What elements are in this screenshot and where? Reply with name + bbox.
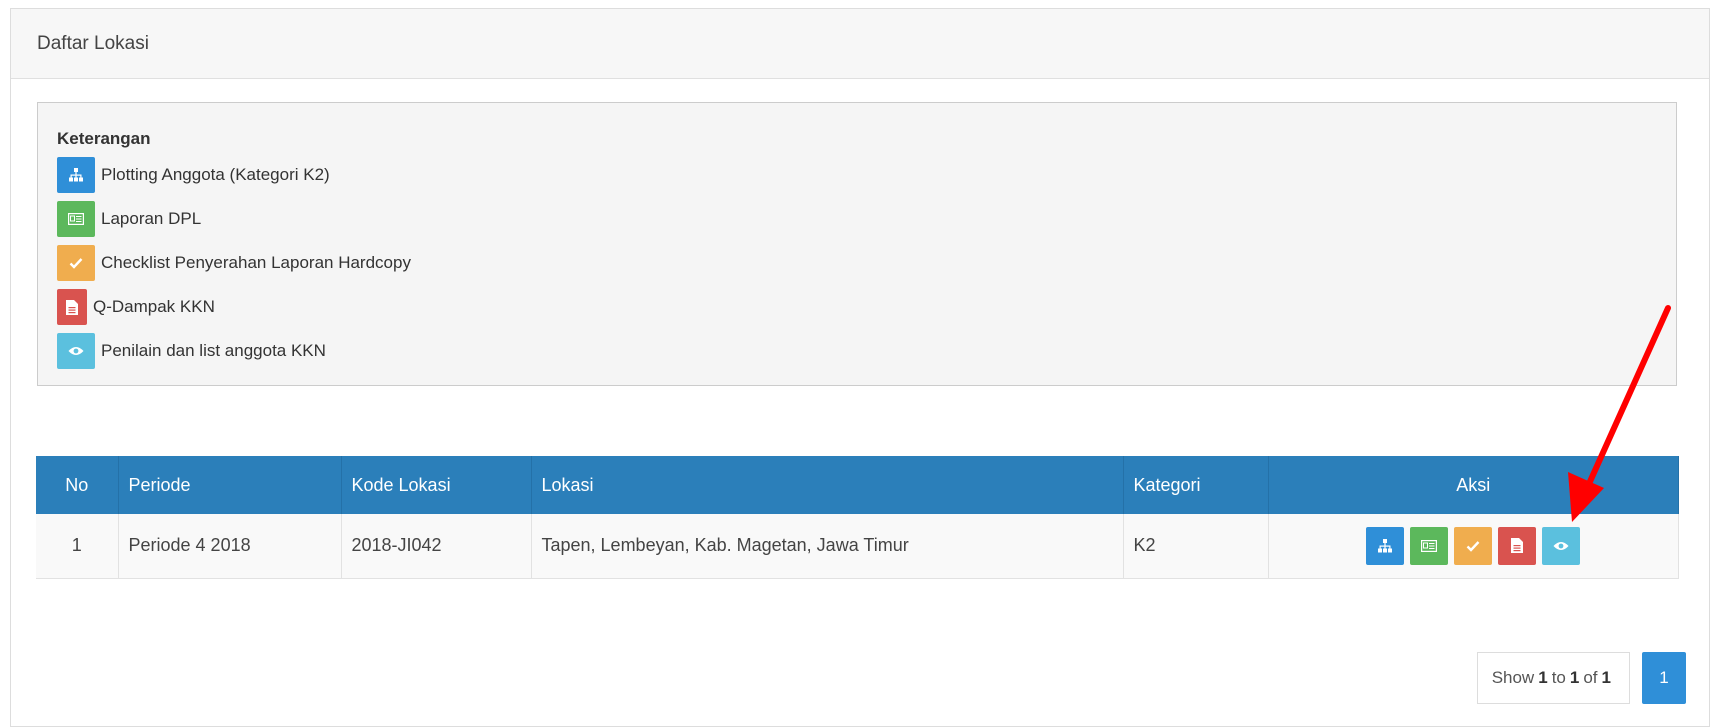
legend-item-penilaian: Penilain dan list anggota KKN [57,329,1676,373]
cell-kode-lokasi: 2018-JI042 [341,514,532,579]
check-icon [1466,540,1480,552]
legend-box: Keterangan Plotting Anggota (Kategori K2… [37,102,1677,386]
pager-from: 1 [1538,668,1548,687]
id-card-icon [57,201,95,237]
eye-icon [57,333,95,369]
column-header-lokasi[interactable]: Lokasi [531,456,1124,514]
legend-item-plotting: Plotting Anggota (Kategori K2) [57,153,1676,197]
legend-label: Checklist Penyerahan Laporan Hardcopy [101,253,411,272]
legend-title: Keterangan [57,129,151,148]
legend-label: Laporan DPL [101,209,202,228]
column-header-kategori[interactable]: Kategori [1123,456,1269,514]
laporan-dpl-button[interactable] [1410,526,1449,565]
cell-aksi [1268,514,1679,579]
pager-to-label: to [1551,668,1566,687]
legend-label: Plotting Anggota (Kategori K2) [101,165,330,184]
penilaian-button[interactable] [1542,526,1581,565]
check-icon [57,245,95,281]
pager-to: 1 [1569,668,1580,687]
pagination: Show 1 to 1 of 1 1 [1476,652,1686,704]
document-icon [1511,538,1524,554]
column-header-periode[interactable]: Periode [118,456,342,514]
legend-item-checklist: Checklist Penyerahan Laporan Hardcopy [57,241,1676,285]
table-row: 1 Periode 4 2018 2018-JI042 Tapen, Lembe… [36,514,1679,579]
legend-label: Q-Dampak KKN [93,297,215,316]
sitemap-icon [1378,538,1393,553]
legend-item-q-dampak: Q-Dampak KKN [57,285,1676,329]
legend-label: Penilain dan list anggota KKN [101,341,326,360]
pager-show-label: Show [1491,668,1535,687]
action-buttons [1366,526,1581,565]
checklist-button[interactable] [1454,526,1493,565]
location-table: No Periode Kode Lokasi Lokasi Kategori A… [36,456,1679,579]
id-card-icon [1421,539,1438,552]
cell-lokasi: Tapen, Lembeyan, Kab. Magetan, Jawa Timu… [531,514,1124,579]
sitemap-icon [57,157,95,193]
cell-no: 1 [36,514,119,579]
cell-periode: Periode 4 2018 [118,514,342,579]
column-header-no[interactable]: No [36,456,119,514]
plotting-anggota-button[interactable] [1366,526,1405,565]
pagination-info: Show 1 to 1 of 1 [1476,652,1630,704]
legend-item-laporan-dpl: Laporan DPL [57,197,1676,241]
pager-total: 1 [1601,668,1611,687]
column-header-aksi: Aksi [1268,456,1679,514]
pager-of-label: of [1583,668,1598,687]
page-1-button[interactable]: 1 [1642,652,1686,704]
table-header-row: No Periode Kode Lokasi Lokasi Kategori A… [36,456,1679,514]
q-dampak-button[interactable] [1498,526,1537,565]
eye-icon [1553,541,1569,550]
document-icon [57,289,87,325]
page: Daftar Lokasi Keterangan Plotting Anggot… [0,0,1710,727]
panel-title: Daftar Lokasi [11,9,1709,79]
column-header-kode-lokasi[interactable]: Kode Lokasi [341,456,532,514]
cell-kategori: K2 [1123,514,1269,579]
